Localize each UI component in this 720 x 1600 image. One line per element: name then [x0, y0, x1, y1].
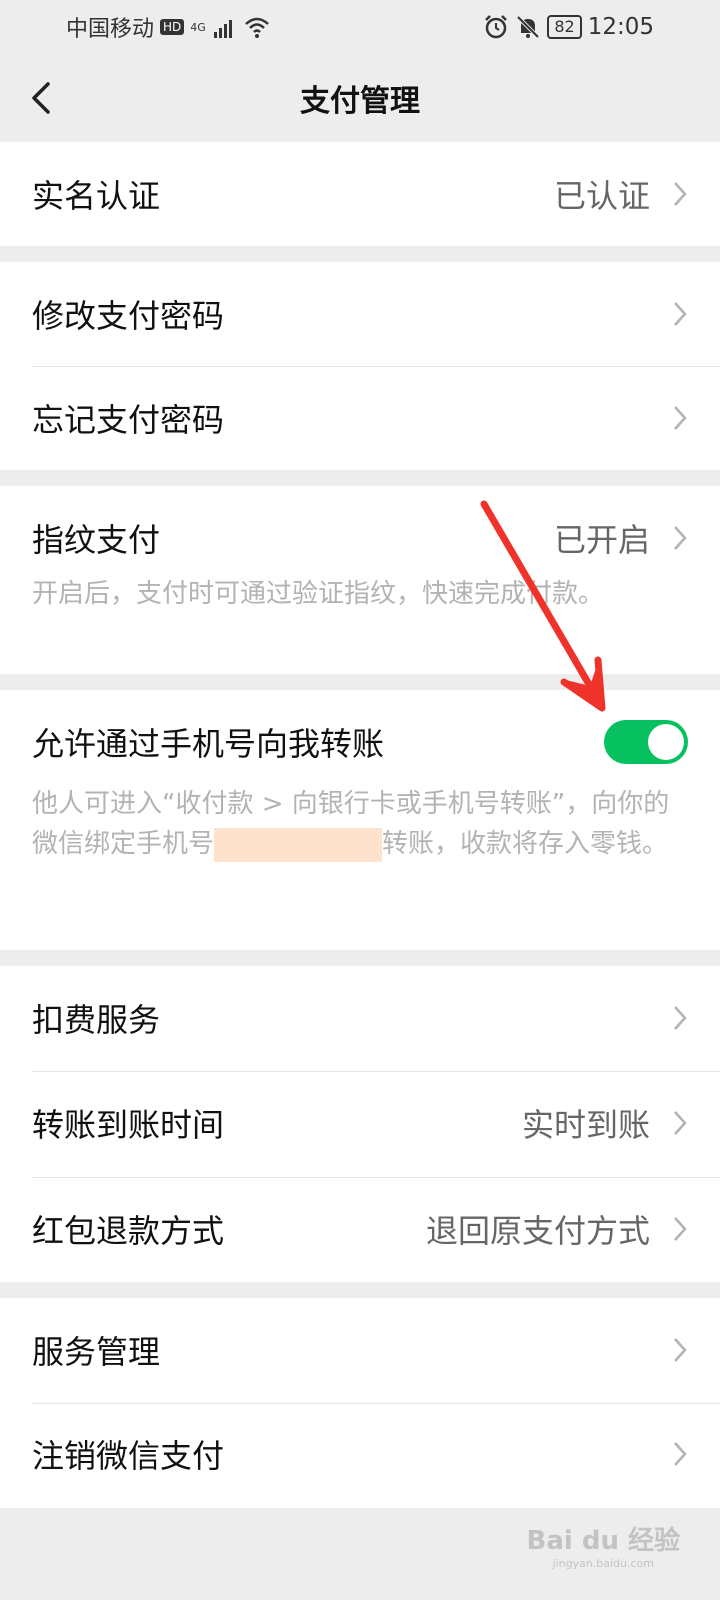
battery-indicator: 82 [547, 15, 582, 39]
wifi-icon [244, 17, 269, 38]
alarm-icon [485, 15, 508, 39]
row-label: 服务管理 [32, 1333, 161, 1371]
row-label: 指纹支付 [32, 521, 161, 559]
chevron-right-icon [674, 1217, 687, 1241]
back-arrow-icon[interactable] [22, 76, 66, 120]
row-label: 允许通过手机号向我转账 [32, 725, 385, 763]
group-service: 服务管理 注销微信支付 [0, 1298, 720, 1508]
status-time: 12:05 [587, 14, 654, 40]
watermark-subtext: jingyan.baidu.com [552, 1557, 654, 1570]
signal-icon [213, 20, 232, 38]
carrier-label: 中国移动 [66, 17, 155, 42]
chevron-right-icon [674, 1111, 687, 1135]
baidu-jingyan-watermark: Bai du 经验 jingyan.baidu.com [527, 1520, 681, 1570]
watermark-text: Bai du 经验 [526, 1526, 681, 1556]
chevron-right-icon [674, 182, 687, 206]
row-value: 已认证 [553, 177, 650, 215]
row-transfer-arrival-time[interactable]: 转账到账时间 实时到账 [0, 1070, 720, 1176]
row-label: 修改支付密码 [32, 297, 225, 335]
row-cancel-wechat-pay[interactable]: 注销微信支付 [0, 1402, 720, 1506]
row-value: 实时到账 [521, 1106, 650, 1144]
row-label: 扣费服务 [32, 1001, 161, 1039]
row-deduction-service[interactable]: 扣费服务 [0, 966, 720, 1070]
row-value: 退回原支付方式 [425, 1212, 650, 1250]
row-red-packet-refund-method[interactable]: 红包退款方式 退回原支付方式 [0, 1176, 720, 1282]
network-type-label: 4G [190, 21, 206, 34]
phone-transfer-description: 他人可进入“收付款 > 向银行卡或手机号转账”，向你的微信绑定手机号 转账，收款将… [0, 784, 720, 864]
row-label: 注销微信支付 [32, 1437, 225, 1475]
group-transfer-settings: 扣费服务 转账到账时间 实时到账 红包退款方式 退回原支付方式 [0, 966, 720, 1282]
group-phone-transfer: 允许通过手机号向我转账 他人可进入“收付款 > 向银行卡或手机号转账”，向你的微… [0, 690, 720, 950]
status-bar: 中国移动 HD 4G 82 12:05 [0, 0, 720, 54]
group-fingerprint: 指纹支付 已开启 开启后，支付时可通过验证指纹，快速完成付款。 [0, 486, 720, 674]
row-change-payment-password[interactable]: 修改支付密码 [0, 262, 720, 366]
row-label: 红包退款方式 [32, 1212, 225, 1250]
chevron-right-icon [674, 1338, 687, 1362]
toggle-knob [648, 724, 684, 760]
row-real-name-verification[interactable]: 实名认证 已认证 [0, 142, 720, 246]
navigation-bar: 支付管理 [0, 54, 720, 142]
description-text-part2: 转账，收款将存入零钱。 [382, 829, 669, 859]
chevron-right-icon [674, 302, 687, 326]
chevron-right-icon [674, 526, 687, 550]
masked-phone-number [214, 827, 383, 862]
row-value: 已开启 [553, 521, 650, 559]
chevron-right-icon [674, 406, 687, 430]
row-fingerprint-payment[interactable]: 指纹支付 已开启 [0, 486, 720, 590]
row-allow-phone-transfer: 允许通过手机号向我转账 [0, 690, 720, 794]
group-password: 修改支付密码 忘记支付密码 [0, 262, 720, 470]
row-label: 转账到账时间 [32, 1106, 225, 1144]
chevron-right-icon [674, 1442, 687, 1466]
mute-bell-icon [516, 15, 540, 39]
page-title: 支付管理 [300, 84, 420, 119]
row-label: 实名认证 [32, 177, 161, 215]
group-real-name: 实名认证 已认证 [0, 142, 720, 246]
row-label: 忘记支付密码 [32, 401, 225, 439]
chevron-right-icon [674, 1006, 687, 1030]
hd-badge: HD [160, 19, 185, 35]
phone-transfer-toggle[interactable] [604, 720, 688, 764]
row-forgot-payment-password[interactable]: 忘记支付密码 [0, 366, 720, 470]
row-service-management[interactable]: 服务管理 [0, 1298, 720, 1402]
